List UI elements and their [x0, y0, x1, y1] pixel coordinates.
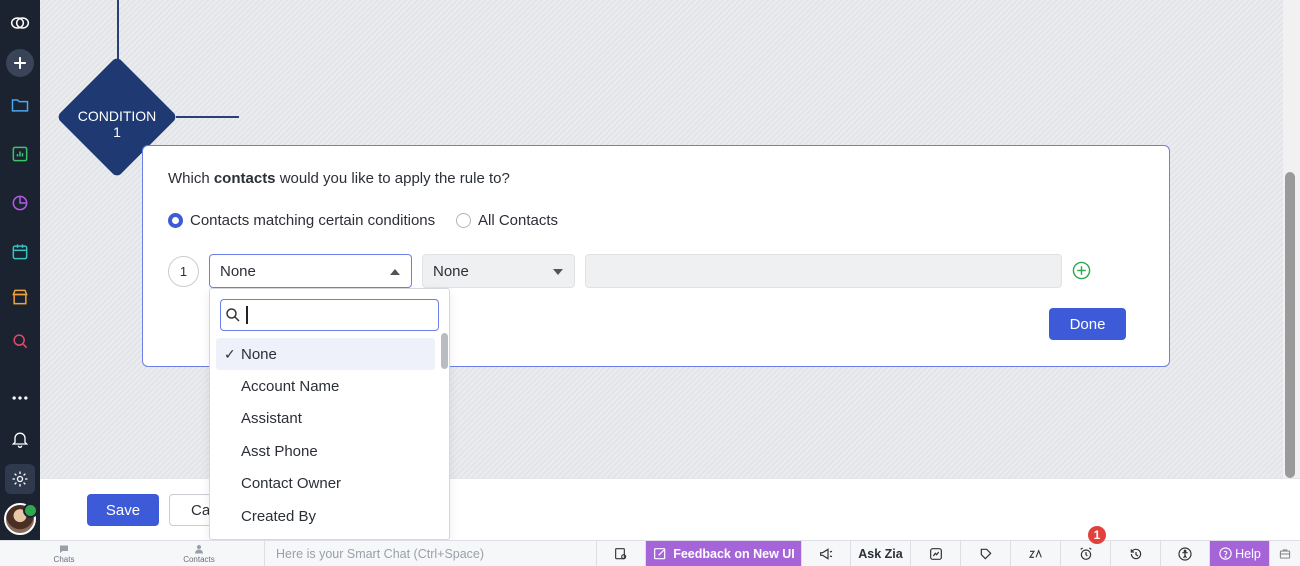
screen-share-button[interactable]: [596, 541, 645, 566]
tag-icon: [980, 548, 992, 560]
radio-button-selected[interactable]: [168, 213, 183, 228]
create-new-icon[interactable]: [6, 49, 34, 77]
zia-button[interactable]: [1010, 541, 1060, 566]
feedback-button[interactable]: Feedback on New UI: [645, 541, 801, 566]
condition-badge-label: CONDITION 1: [77, 108, 157, 140]
save-button[interactable]: Save: [87, 494, 159, 526]
contacts-tab[interactable]: Contacts: [176, 541, 222, 566]
done-button[interactable]: Done: [1049, 308, 1126, 340]
text-cursor: [246, 306, 248, 324]
flow-connector-vertical: [117, 0, 119, 60]
more-tools-button[interactable]: [1269, 541, 1300, 566]
add-condition-icon[interactable]: [1072, 261, 1091, 280]
settings-gear-icon[interactable]: [5, 464, 35, 494]
dropdown-option[interactable]: Created By: [216, 500, 435, 532]
calendar-icon[interactable]: [5, 237, 35, 267]
avatar-status-badge: [23, 503, 38, 518]
caret-down-icon: [553, 269, 563, 275]
checkmark-icon: ✓: [224, 346, 236, 362]
reminder-count-badge: 1: [1088, 526, 1106, 544]
history-icon: [1130, 548, 1141, 559]
dropdown-scroll-thumb[interactable]: [441, 333, 448, 369]
accessibility-button[interactable]: [1160, 541, 1209, 566]
dropdown-option[interactable]: Asst Phone: [216, 435, 435, 467]
accessibility-icon: [1178, 546, 1192, 561]
operator-select[interactable]: None: [422, 254, 575, 288]
zia-insights-button[interactable]: [910, 541, 960, 566]
caret-up-icon: [390, 269, 400, 275]
flow-connector-horizontal: [176, 116, 239, 118]
reports-pie-icon[interactable]: [5, 188, 35, 218]
smart-chat-input[interactable]: Here is your Smart Chat (Ctrl+Space): [264, 541, 596, 566]
more-icon[interactable]: [5, 383, 35, 413]
condition-value-input[interactable]: [585, 254, 1062, 288]
contact-person-icon: [195, 545, 203, 554]
zoho-logo-icon[interactable]: [5, 8, 35, 38]
marketplace-icon[interactable]: [5, 282, 35, 312]
insights-chart-icon: [929, 547, 942, 560]
megaphone-icon: [820, 547, 833, 560]
recent-history-button[interactable]: [1110, 541, 1160, 566]
dropdown-option-none[interactable]: ✓ None: [216, 338, 435, 370]
search-records-icon[interactable]: [5, 326, 35, 356]
tasks-button[interactable]: [960, 541, 1010, 566]
analytics-icon[interactable]: [5, 139, 35, 169]
dropdown-option[interactable]: Account Name: [216, 370, 435, 402]
toolbox-icon: [1279, 548, 1291, 559]
edit-pencil-icon: [654, 547, 666, 559]
chats-tab[interactable]: Chats: [44, 541, 84, 566]
chat-bubble-icon: [60, 545, 68, 553]
field-select[interactable]: None: [209, 254, 412, 288]
ask-zia-button[interactable]: Ask Zia: [850, 541, 910, 566]
dropdown-option[interactable]: Contact Owner: [216, 467, 435, 499]
radio-matching-conditions[interactable]: Contacts matching certain conditions: [168, 212, 435, 229]
dropdown-option[interactable]: Assistant: [216, 402, 435, 434]
radio-button[interactable]: [456, 213, 471, 228]
dropdown-search-input[interactable]: [220, 299, 439, 331]
help-question-icon: [1219, 547, 1232, 560]
reminders-button[interactable]: [1060, 541, 1110, 566]
folder-icon[interactable]: [5, 90, 35, 120]
search-icon: [226, 308, 240, 322]
alarm-clock-icon: [1079, 547, 1092, 560]
help-button[interactable]: Help: [1209, 541, 1269, 566]
announcements-button[interactable]: [801, 541, 850, 566]
rule-row-index: 1: [168, 256, 199, 287]
canvas-scroll-thumb[interactable]: [1285, 172, 1295, 478]
radio-all-contacts[interactable]: All Contacts: [456, 212, 558, 229]
left-navigation: [0, 0, 40, 540]
zia-icon: [1028, 548, 1042, 558]
screen-icon: [615, 547, 627, 559]
condition-question: Which contacts would you like to apply t…: [168, 170, 510, 187]
notifications-bell-icon[interactable]: [5, 424, 35, 454]
